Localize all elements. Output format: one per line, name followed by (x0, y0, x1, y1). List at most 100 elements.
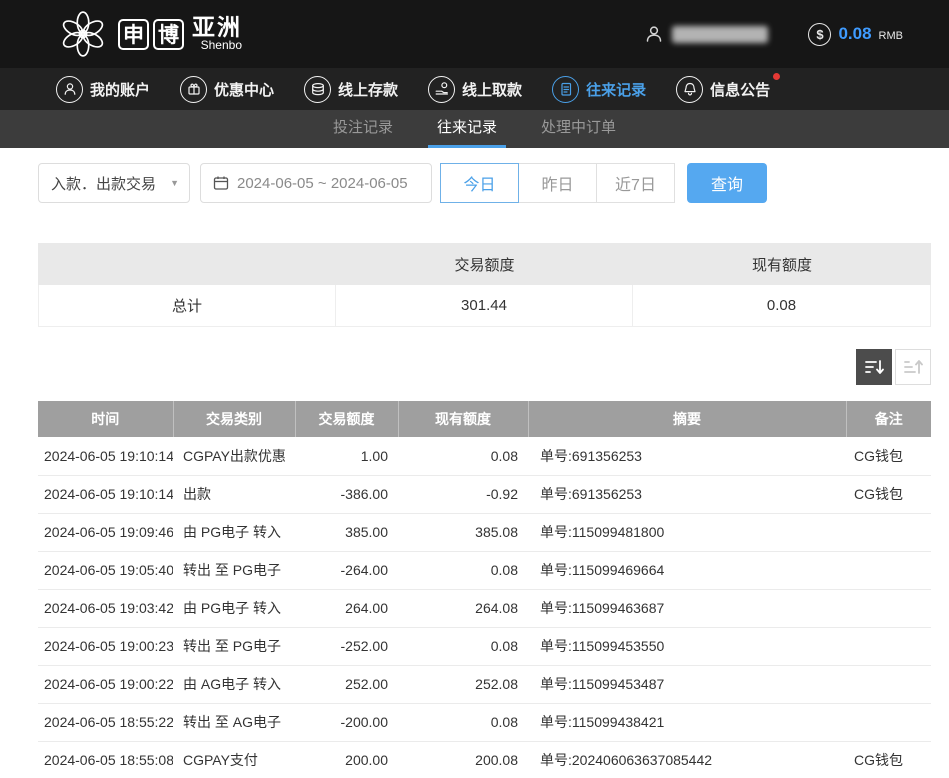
sort-ascending-icon (903, 357, 923, 377)
balance-amount: 0.08 (838, 24, 871, 44)
type-cell: 由 AG电子 转入 (173, 665, 295, 703)
nav-label: 往来记录 (586, 79, 646, 100)
amount-cell: -264.00 (295, 551, 398, 589)
amount-cell: -386.00 (295, 475, 398, 513)
col-header-amount: 交易额度 (295, 401, 398, 437)
logo-char-shen: 申 (118, 19, 149, 50)
transactions-table: 时间 交易类别 交易额度 现有额度 摘要 备注 2024-06-05 19:10… (38, 401, 931, 778)
sub-nav: 投注记录 往来记录 处理中订单 (0, 110, 949, 148)
time-cell: 2024-06-05 19:03:42 (38, 589, 173, 627)
user-icon (56, 76, 83, 103)
time-cell: 2024-06-05 19:00:22 (38, 665, 173, 703)
time-cell: 2024-06-05 19:10:14 (38, 437, 173, 475)
transaction-row: 2024-06-05 18:55:22转出 至 AG电子-200.000.08单… (38, 703, 931, 741)
nav-item-promotions[interactable]: 优惠中心 (180, 76, 274, 103)
nav-item-deposit[interactable]: 线上存款 (304, 76, 398, 103)
main-nav: 我的账户 优惠中心 线上存款 线上取款 往来记录 信息公告 (0, 68, 949, 110)
type-cell: 出款 (173, 475, 295, 513)
notification-badge (773, 73, 780, 80)
remark-cell (846, 665, 931, 703)
remark-cell (846, 551, 931, 589)
remark-cell: CG钱包 (846, 437, 931, 475)
transaction-row: 2024-06-05 19:00:22由 AG电子 转入252.00252.08… (38, 665, 931, 703)
tab-betting-records[interactable]: 投注记录 (324, 110, 402, 148)
yesterday-button[interactable]: 昨日 (518, 163, 597, 203)
summary-current-balance: 0.08 (633, 285, 931, 327)
balance-cell: -0.92 (398, 475, 528, 513)
balance-cell: 0.08 (398, 627, 528, 665)
time-cell: 2024-06-05 19:10:14 (38, 475, 173, 513)
user-account[interactable] (644, 24, 768, 44)
transaction-row: 2024-06-05 19:10:14CGPAY出款优惠1.000.08单号:6… (38, 437, 931, 475)
amount-cell: -200.00 (295, 703, 398, 741)
remark-cell: CG钱包 (846, 475, 931, 513)
amount-cell: 200.00 (295, 741, 398, 778)
last-7-days-button[interactable]: 近7日 (596, 163, 675, 203)
time-cell: 2024-06-05 19:00:23 (38, 627, 173, 665)
balance-cell: 0.08 (398, 437, 528, 475)
balance-cell: 200.08 (398, 741, 528, 778)
nav-label: 信息公告 (710, 79, 770, 100)
summary-header-current-balance: 现有额度 (633, 243, 931, 285)
summary-header-transaction-amount: 交易额度 (336, 243, 633, 285)
top-header: 申 博 亚洲 Shenbo $ 0.08 RMB (0, 0, 949, 68)
summary-cell: 单号:115099481800 (528, 513, 846, 551)
balance-cell: 385.08 (398, 513, 528, 551)
transaction-row: 2024-06-05 19:03:42由 PG电子 转入264.00264.08… (38, 589, 931, 627)
type-cell: 由 PG电子 转入 (173, 513, 295, 551)
sort-ascending-button[interactable] (895, 349, 931, 385)
date-range-value: 2024-06-05 ~ 2024-06-05 (237, 175, 408, 192)
logo-char-bo: 博 (153, 19, 184, 50)
bell-icon (676, 76, 703, 103)
wallet-balance[interactable]: $ 0.08 RMB (808, 23, 903, 46)
nav-label: 我的账户 (90, 79, 150, 100)
date-range-picker[interactable]: 2024-06-05 ~ 2024-06-05 (200, 163, 432, 203)
nav-item-records[interactable]: 往来记录 (552, 76, 646, 103)
col-header-summary: 摘要 (528, 401, 846, 437)
summary-table: 交易额度 现有额度 总计 301.44 0.08 (38, 243, 931, 327)
transaction-type-select[interactable]: 入款．出款交易 ▼ (38, 163, 190, 203)
nav-label: 线上存款 (338, 79, 398, 100)
remark-cell: CG钱包 (846, 741, 931, 778)
nav-label: 优惠中心 (214, 79, 274, 100)
summary-transaction-total: 301.44 (336, 285, 633, 327)
transaction-row: 2024-06-05 19:05:40转出 至 PG电子-264.000.08单… (38, 551, 931, 589)
type-cell: 转出 至 AG电子 (173, 703, 295, 741)
nav-item-announcements[interactable]: 信息公告 (676, 76, 770, 103)
balance-cell: 252.08 (398, 665, 528, 703)
brand-logo[interactable]: 申 博 亚洲 Shenbo (58, 9, 242, 59)
amount-cell: 1.00 (295, 437, 398, 475)
table-header-row: 时间 交易类别 交易额度 现有额度 摘要 备注 (38, 401, 931, 437)
col-header-balance: 现有额度 (398, 401, 528, 437)
select-value: 入款．出款交易 (51, 173, 156, 194)
amount-cell: 385.00 (295, 513, 398, 551)
tab-processing-orders[interactable]: 处理中订单 (532, 110, 625, 148)
summary-cell: 单号:115099469664 (528, 551, 846, 589)
nav-item-my-account[interactable]: 我的账户 (56, 76, 150, 103)
remark-cell (846, 627, 931, 665)
balance-cell: 264.08 (398, 589, 528, 627)
transaction-row: 2024-06-05 19:00:23转出 至 PG电子-252.000.08单… (38, 627, 931, 665)
remark-cell (846, 703, 931, 741)
today-button[interactable]: 今日 (440, 163, 519, 203)
summary-total-label: 总计 (38, 285, 336, 327)
transaction-row: 2024-06-05 19:09:46由 PG电子 转入385.00385.08… (38, 513, 931, 551)
sort-descending-button[interactable] (856, 349, 892, 385)
type-cell: CGPAY出款优惠 (173, 437, 295, 475)
tab-transaction-records[interactable]: 往来记录 (428, 110, 506, 148)
remark-cell (846, 589, 931, 627)
user-icon (644, 24, 664, 44)
nav-item-withdraw[interactable]: 线上取款 (428, 76, 522, 103)
type-cell: CGPAY支付 (173, 741, 295, 778)
time-cell: 2024-06-05 19:05:40 (38, 551, 173, 589)
time-cell: 2024-06-05 19:09:46 (38, 513, 173, 551)
time-cell: 2024-06-05 18:55:22 (38, 703, 173, 741)
records-document-icon (552, 76, 579, 103)
summary-cell: 单号:115099453550 (528, 627, 846, 665)
summary-cell: 单号:115099438421 (528, 703, 846, 741)
query-button[interactable]: 查询 (687, 163, 767, 203)
flower-logo-icon (58, 9, 108, 59)
summary-cell: 单号:691356253 (528, 437, 846, 475)
hand-withdraw-icon (428, 76, 455, 103)
logo-region: 亚洲 (192, 15, 242, 39)
